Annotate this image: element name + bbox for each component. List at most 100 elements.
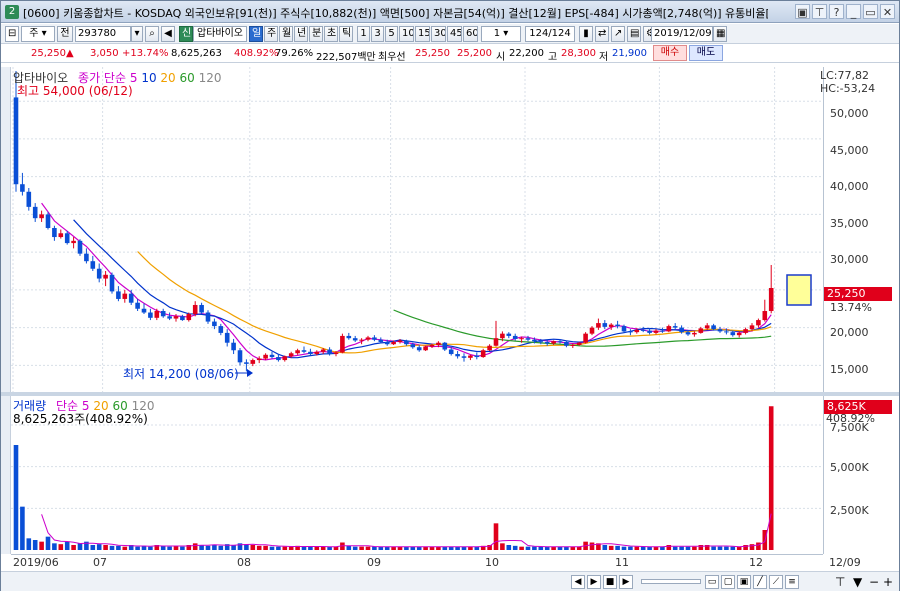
volume-bar (276, 546, 281, 550)
toggle-icon[interactable]: ▮ (579, 26, 593, 42)
volume-bar (288, 546, 294, 550)
period-day-tab[interactable]: 일 (249, 26, 263, 42)
high-label: 고 (548, 52, 558, 63)
candle-body (237, 350, 243, 363)
volume-bar (589, 542, 595, 550)
minute-30-button[interactable]: 30 (431, 26, 446, 42)
period-week-tab[interactable]: 주 (264, 26, 278, 42)
ask-price: 25,250 (415, 48, 450, 59)
volume-bar (525, 546, 531, 550)
draw-fib-icon[interactable]: ≡ (785, 575, 799, 589)
close-icon[interactable]: ✕ (880, 4, 895, 19)
volume-bar (749, 544, 755, 550)
hc-value: HC:-53,24 (820, 82, 876, 95)
candle-body (314, 351, 320, 355)
tab-jeon[interactable]: 전 (57, 26, 73, 42)
volume-bar (301, 546, 307, 550)
volume-bar (608, 545, 614, 550)
candle-body (180, 316, 185, 321)
stock-name-field: 압타바이오 (193, 26, 247, 42)
period-month-tab[interactable]: 월 (279, 26, 293, 42)
draw-trend-icon[interactable]: ⟋ (769, 575, 783, 589)
xtick-2019-06: 2019/06 (13, 556, 59, 569)
candle-body (698, 328, 704, 333)
minute-1-button[interactable]: 1 (357, 26, 370, 42)
zoom-out-icon[interactable]: ▣ (737, 575, 751, 589)
minute-3-button[interactable]: 3 (371, 26, 384, 42)
play-icon[interactable]: ▶ (619, 575, 633, 589)
volume-bar (500, 543, 505, 550)
ytick-50000: 50,000 (830, 107, 869, 120)
type-select[interactable]: 주 ▾ (21, 26, 55, 42)
down-icon[interactable]: ▼ (853, 575, 862, 589)
candle-body (596, 323, 601, 328)
sell-button[interactable]: 매도 (689, 45, 723, 61)
volume-bar (96, 544, 102, 550)
candle-body (205, 312, 211, 322)
candle-body (480, 350, 486, 358)
code-dropdown-icon[interactable]: ▾ (131, 26, 143, 42)
minute-60-button[interactable]: 60 (463, 26, 478, 42)
legend-ma-10: 10 (141, 71, 157, 85)
minimize-icon[interactable]: _ (846, 4, 861, 19)
stop-icon[interactable]: ■ (603, 575, 617, 589)
candle-body (397, 340, 403, 342)
save-icon[interactable]: ▤ (627, 26, 641, 42)
minute-10-button[interactable]: 10 (399, 26, 414, 42)
period-second-tab[interactable]: 초 (324, 26, 338, 42)
candle-body (135, 302, 140, 309)
minute-45-button[interactable]: 45 (447, 26, 462, 42)
calendar-icon[interactable]: ▦ (713, 26, 727, 42)
minute-5-button[interactable]: 5 (385, 26, 398, 42)
volume-panel: 거래량 단순 5 20 60 120 8,625,263주(408.92%) (11, 396, 823, 554)
period-year-tab[interactable]: 년 (294, 26, 308, 42)
candle-body (551, 341, 556, 344)
pin-bottom-icon[interactable]: ⊤ (835, 575, 845, 589)
count-select-value: 1 (493, 28, 501, 39)
layout-icon[interactable]: ▣ (795, 4, 810, 19)
volume-bar (20, 506, 25, 550)
candle-body (436, 342, 441, 345)
chart-icon[interactable]: ↗ (611, 26, 625, 42)
candle-body (474, 355, 480, 358)
count-select[interactable]: 1 ▾ (481, 26, 521, 42)
lock-icon[interactable]: ⊟ (5, 26, 19, 42)
volume-bar (532, 546, 537, 550)
buy-button[interactable]: 매수 (653, 45, 687, 61)
scroll-left-icon[interactable]: ◀ (571, 575, 585, 589)
candle-body (109, 274, 115, 292)
draw-line-icon[interactable]: ╱ (753, 575, 767, 589)
search-icon[interactable]: ⌕ (145, 26, 159, 42)
ytick-20000: 20,000 (830, 326, 869, 339)
volume-bar (39, 541, 44, 550)
candle-body (544, 341, 550, 344)
restore-icon[interactable]: ▭ (863, 4, 878, 19)
sync-icon[interactable]: ⇄ (595, 26, 609, 42)
low-annotation: 최저 14,200 (08/06) (123, 367, 239, 381)
code-input[interactable]: 293780 (75, 26, 131, 42)
candle-body (653, 330, 659, 333)
period-tick-tab[interactable]: 틱 (339, 26, 353, 42)
lc-value: LC:77,82 (820, 69, 870, 82)
low-label: 저 (599, 52, 609, 63)
candle-body (352, 338, 358, 341)
change-pct: +13.74% (122, 48, 169, 59)
zoom-fit-icon[interactable]: ▭ (705, 575, 719, 589)
volume-bar (13, 445, 19, 550)
date-input[interactable]: 2019/12/09 (651, 26, 713, 42)
candle-body (615, 324, 620, 327)
zoom-slider[interactable] (641, 579, 701, 584)
minute-15-button[interactable]: 15 (415, 26, 430, 42)
speaker-icon[interactable]: ◀ (161, 26, 175, 42)
scroll-right-icon[interactable]: ▶ (587, 575, 601, 589)
volume-bar (231, 545, 236, 550)
zoom-in-icon[interactable]: ▢ (721, 575, 735, 589)
legend-ma-60: 60 (179, 71, 195, 85)
pin-icon[interactable]: ⊤ (812, 4, 827, 19)
candle-body (429, 344, 435, 347)
minus-icon[interactable]: − (869, 575, 879, 589)
ma-5-line (41, 202, 772, 361)
plus-icon[interactable]: + (883, 575, 893, 589)
period-minute-tab[interactable]: 분 (309, 26, 323, 42)
help-icon[interactable]: ? (829, 4, 844, 19)
